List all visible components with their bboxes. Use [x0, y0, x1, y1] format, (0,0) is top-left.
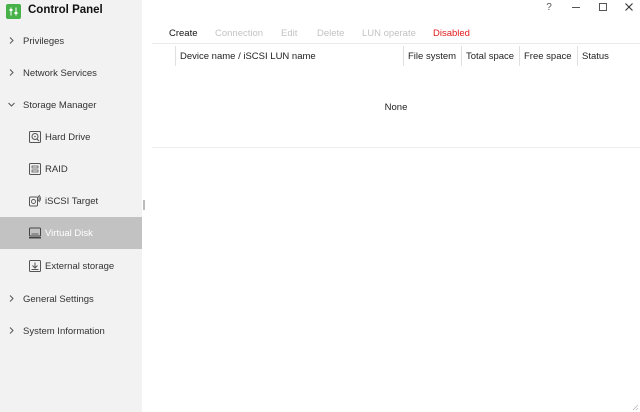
sidebar-item-label: Privileges	[23, 35, 65, 47]
window-resize-grip-icon[interactable]	[631, 403, 639, 411]
sidebar-item-label: Storage Manager	[23, 99, 97, 111]
lun-operate-button[interactable]: LUN operate	[362, 28, 416, 39]
column-divider	[577, 46, 578, 66]
minimize-icon	[572, 7, 580, 8]
sidebar-item-label: External storage	[45, 260, 115, 272]
sidebar-item-label: RAID	[45, 163, 68, 175]
column-header-device-name[interactable]: Device name / iSCSI LUN name	[180, 46, 316, 66]
app-title: Control Panel	[28, 4, 103, 16]
table-bottom-divider	[152, 147, 640, 148]
sidebar-item-storage-manager[interactable]: Storage Manager	[0, 89, 142, 121]
sidebar-item-label: Network Services	[23, 67, 97, 79]
sidebar-item-label: Virtual Disk	[45, 227, 93, 239]
edit-button[interactable]: Edit	[281, 28, 297, 39]
close-button[interactable]	[616, 0, 640, 14]
chevron-right-icon	[9, 295, 14, 302]
sidebar-item-raid[interactable]: RAID	[0, 153, 142, 185]
sidebar-item-system-information[interactable]: System Information	[0, 315, 142, 347]
external-storage-icon	[29, 260, 41, 272]
column-header-file-system[interactable]: File system	[408, 46, 456, 66]
sidebar-item-network-services[interactable]: Network Services	[0, 57, 142, 89]
column-header-free-space[interactable]: Free space	[524, 46, 572, 66]
chevron-right-icon	[9, 37, 14, 44]
sidebar-item-hard-drive[interactable]: Hard Drive	[0, 121, 142, 153]
raid-icon	[29, 163, 41, 175]
sidebar: Control Panel Privileges Network Service…	[0, 0, 142, 412]
chevron-down-icon	[8, 102, 15, 107]
connection-button[interactable]: Connection	[215, 28, 263, 39]
column-divider	[175, 46, 176, 66]
chevron-right-icon	[9, 69, 14, 76]
hard-drive-icon	[29, 131, 41, 143]
column-divider	[461, 46, 462, 66]
sidebar-item-label: General Settings	[23, 293, 94, 305]
delete-button[interactable]: Delete	[317, 28, 344, 39]
create-button[interactable]: Create	[169, 28, 198, 39]
sidebar-resize-handle[interactable]	[143, 200, 145, 210]
app-header: Control Panel	[0, 0, 142, 24]
control-panel-logo-icon	[6, 4, 21, 19]
sidebar-item-label: iSCSI Target	[45, 195, 99, 207]
column-header-status[interactable]: Status	[582, 46, 609, 66]
virtual-disk-icon	[29, 227, 41, 239]
column-divider	[519, 46, 520, 66]
sidebar-item-label: Hard Drive	[45, 131, 91, 143]
sidebar-item-iscsi-target[interactable]: iSCSI Target	[0, 185, 142, 217]
sidebar-item-virtual-disk[interactable]: Virtual Disk	[0, 217, 142, 249]
sidebar-item-label: System Information	[23, 325, 105, 337]
help-button[interactable]: ?	[536, 0, 562, 14]
sidebar-item-general-settings[interactable]: General Settings	[0, 283, 142, 315]
maximize-button[interactable]	[590, 0, 616, 14]
close-icon	[625, 3, 633, 11]
iscsi-target-icon	[29, 194, 41, 207]
service-status-text: Disabled	[433, 28, 470, 39]
sidebar-item-external-storage[interactable]: External storage	[0, 250, 142, 282]
column-divider	[403, 46, 404, 66]
sidebar-item-privileges[interactable]: Privileges	[0, 25, 142, 57]
toolbar-divider	[152, 43, 640, 44]
maximize-icon	[599, 3, 607, 11]
minimize-button[interactable]	[563, 0, 589, 14]
chevron-right-icon	[9, 327, 14, 334]
column-header-total-space[interactable]: Total space	[466, 46, 514, 66]
table-empty-message: None	[384, 102, 408, 113]
